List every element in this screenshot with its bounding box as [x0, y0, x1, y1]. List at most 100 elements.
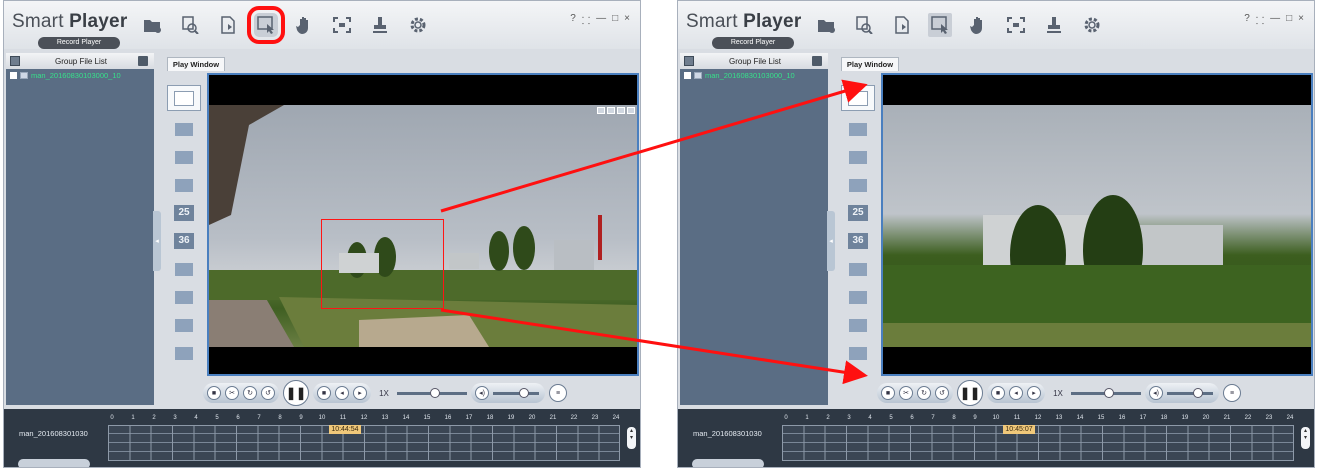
loop-button[interactable]: ↻ [243, 386, 257, 400]
playlist-menu-button[interactable]: ≡ [1223, 384, 1241, 402]
maximize-button[interactable]: □ [612, 13, 618, 27]
close-button[interactable]: × [624, 13, 630, 27]
speed-slider[interactable] [1071, 387, 1141, 398]
pin-button[interactable]: ⸬ [1256, 13, 1264, 27]
rewind-button[interactable]: ↺ [935, 386, 949, 400]
pause-button[interactable]: ❚❚ [283, 380, 309, 406]
stamp-icon[interactable] [368, 13, 392, 37]
layout-36-button[interactable]: 36 [844, 231, 872, 251]
stop-button[interactable]: ■ [991, 386, 1005, 400]
step-forward-button[interactable]: ▸ [1027, 386, 1041, 400]
open-folder-icon[interactable] [140, 13, 164, 37]
layout-1-12-button[interactable] [170, 343, 198, 363]
search-file-icon[interactable] [178, 13, 202, 37]
timeline-track[interactable]: 0 1 2 3 4 5 6 7 8 9 10 11 12 13 14 15 16 17 18 19 20 21 22 23 24… [782, 415, 1294, 463]
layout-25-button[interactable]: 25 [170, 203, 198, 223]
pin-button[interactable]: ⸬ [582, 13, 590, 27]
select-all-checkbox[interactable] [684, 56, 694, 66]
clip-button[interactable]: ✂ [899, 386, 913, 400]
video-window-zoomed[interactable] [881, 73, 1313, 376]
trash-icon[interactable] [812, 56, 822, 66]
app-logo: Smart Player Record Player [686, 11, 802, 49]
timeline-hour-label: 2 [826, 415, 830, 421]
hand-icon[interactable] [292, 13, 316, 37]
speed-slider[interactable] [397, 387, 467, 398]
help-button[interactable]: ? [570, 13, 576, 27]
step-back-button[interactable]: ◂ [1009, 386, 1023, 400]
timeline-hour-label: 18 [1160, 415, 1168, 421]
tab-play-window[interactable]: Play Window [841, 57, 899, 71]
search-file-icon[interactable] [852, 13, 876, 37]
timeline-hour-label: 21 [1223, 415, 1231, 421]
video-overlay-controls[interactable] [597, 107, 635, 114]
minimize-button[interactable]: — [1270, 13, 1280, 27]
timeline-zoom-slider[interactable] [18, 459, 90, 467]
layout-1-button[interactable] [841, 85, 875, 111]
minimize-button[interactable]: — [596, 13, 606, 27]
rewind-button[interactable]: ↺ [261, 386, 275, 400]
layout-36-button[interactable]: 36 [170, 231, 198, 251]
stamp-icon[interactable] [1042, 13, 1066, 37]
close-button[interactable]: × [1298, 13, 1304, 27]
volume-slider[interactable] [493, 387, 539, 398]
layout-1-5-button[interactable] [844, 259, 872, 279]
layout-1-12-button[interactable] [844, 343, 872, 363]
layout-1-button[interactable] [167, 85, 201, 111]
file-list-item[interactable]: man_20160830103000_10 [6, 69, 154, 82]
file-checkbox[interactable] [684, 72, 691, 79]
volume-icon[interactable]: ◂) [475, 386, 489, 400]
volume-slider[interactable] [1167, 387, 1213, 398]
step-back-button[interactable]: ◂ [335, 386, 349, 400]
open-folder-icon[interactable] [814, 13, 838, 37]
loop-button[interactable]: ↻ [917, 386, 931, 400]
export-file-icon[interactable] [216, 13, 240, 37]
pause-button[interactable]: ❚❚ [957, 380, 983, 406]
export-file-icon[interactable] [890, 13, 914, 37]
layout-1-9-button[interactable] [844, 315, 872, 335]
layout-16-button[interactable] [170, 175, 198, 195]
maximize-button[interactable]: □ [1286, 13, 1292, 27]
hand-icon[interactable] [966, 13, 990, 37]
title-bar: Smart Player Record Player ? ⸬ — □ × [678, 1, 1314, 49]
layout-1-7-button[interactable] [844, 287, 872, 307]
file-list-item[interactable]: man_20160830103000_10 [680, 69, 828, 82]
layout-25-button[interactable]: 25 [844, 203, 872, 223]
snapshot-button[interactable]: ■ [207, 386, 221, 400]
playlist-menu-button[interactable]: ≡ [549, 384, 567, 402]
help-button[interactable]: ? [1244, 13, 1250, 27]
settings-gear-icon[interactable] [1080, 13, 1104, 37]
trash-icon[interactable] [138, 56, 148, 66]
file-checkbox[interactable] [10, 72, 17, 79]
zoom-region-icon[interactable] [928, 13, 952, 37]
timeline-zoom-slider[interactable] [692, 459, 764, 467]
timeline-scrollbar[interactable]: ▴ ▾ [627, 427, 636, 449]
timeline-scrollbar[interactable]: ▴ ▾ [1301, 427, 1310, 449]
settings-gear-icon[interactable] [406, 13, 430, 37]
timeline-hour-label: 19 [507, 415, 515, 421]
fullscreen-icon[interactable] [1004, 13, 1028, 37]
layout-16-button[interactable] [844, 175, 872, 195]
step-forward-button[interactable]: ▸ [353, 386, 367, 400]
collapse-panel-handle[interactable]: ◂ [827, 211, 835, 271]
layout-4-button[interactable] [844, 119, 872, 139]
snapshot-button[interactable]: ■ [881, 386, 895, 400]
layout-9-button[interactable] [844, 147, 872, 167]
layout-1-9-button[interactable] [170, 315, 198, 335]
timeline-track[interactable]: 0 1 2 3 4 5 6 7 8 9 10 11 12 13 14 15 16 17 18 19 20 21 22 23 24… [108, 415, 620, 463]
fullscreen-icon[interactable] [330, 13, 354, 37]
zoom-region-icon[interactable] [247, 6, 285, 44]
stop-button[interactable]: ■ [317, 386, 331, 400]
volume-icon[interactable]: ◂) [1149, 386, 1163, 400]
layout-4-button[interactable] [170, 119, 198, 139]
app-title-bold: Player [743, 11, 802, 32]
collapse-panel-handle[interactable]: ◂ [153, 211, 161, 271]
select-all-checkbox[interactable] [10, 56, 20, 66]
tab-play-window[interactable]: Play Window [167, 57, 225, 71]
layout-1-7-button[interactable] [170, 287, 198, 307]
timeline-hour-label: 5 [889, 415, 893, 421]
layout-1-5-button[interactable] [170, 259, 198, 279]
zoom-selection-box[interactable] [321, 219, 444, 309]
clip-button[interactable]: ✂ [225, 386, 239, 400]
video-window[interactable] [207, 73, 639, 376]
layout-9-button[interactable] [170, 147, 198, 167]
